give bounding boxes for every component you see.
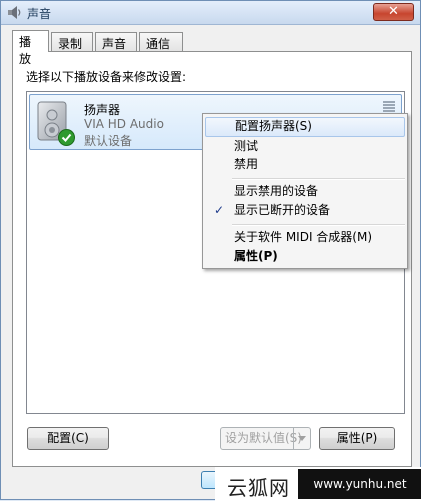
close-icon: ✕ [388, 4, 399, 19]
tab-recording[interactable]: 录制 [51, 32, 93, 51]
ok-button[interactable] [201, 471, 215, 489]
green-check-icon [58, 129, 75, 146]
watermark-logo-text: 云狐网 [227, 476, 290, 500]
menu-separator [232, 224, 405, 226]
menu-item-properties[interactable]: 属性(P) [205, 247, 405, 267]
menu-item-about-midi[interactable]: 关于软件 MIDI 合成器(M) [205, 228, 405, 248]
instruction-label: 选择以下播放设备来修改设置: [26, 70, 187, 84]
set-default-label: 设为默认值(S) [225, 431, 302, 445]
set-default-dropdown[interactable] [293, 428, 310, 449]
watermark-url: www.yunhu.net [298, 469, 421, 499]
tab-label: 录制 [58, 37, 83, 51]
tab-playback[interactable]: 播放 [12, 30, 49, 66]
set-default-button[interactable]: 设为默认值(S) [220, 427, 311, 450]
checkmark-icon: ✓ [214, 203, 225, 217]
menu-item-show-disconnected[interactable]: ✓ 显示已断开的设备 [205, 201, 405, 221]
close-button[interactable]: ✕ [373, 3, 414, 21]
context-menu: 配置扬声器(S) 测试 禁用 显示禁用的设备 ✓ 显示已断开的设备 关于软件 M… [202, 113, 408, 269]
speaker-small-icon [8, 6, 21, 19]
window-title: 声音 [27, 7, 52, 21]
tab-label: 声音 [102, 37, 127, 51]
menu-item-test[interactable]: 测试 [205, 137, 405, 157]
tab-sounds[interactable]: 声音 [95, 32, 137, 51]
tab-communications[interactable]: 通信 [139, 32, 183, 51]
tab-label: 通信 [146, 37, 171, 51]
menu-item-label: 显示已断开的设备 [234, 203, 331, 217]
menu-item-show-disabled[interactable]: 显示禁用的设备 [205, 182, 405, 202]
device-name: 扬声器 [84, 103, 121, 117]
tab-label: 播放 [19, 35, 32, 66]
configure-button[interactable]: 配置(C) [27, 427, 109, 450]
sound-dialog: 声音 ✕ 播放 录制 声音 通信 选择以下播放设备来修改设置: 扬声器 VIA … [0, 0, 421, 501]
menu-item-disable[interactable]: 禁用 [205, 155, 405, 175]
menu-item-configure-speakers[interactable]: 配置扬声器(S) [205, 117, 405, 137]
properties-button[interactable]: 属性(P) [319, 427, 395, 450]
device-status: 默认设备 [84, 134, 133, 148]
watermark: 云狐网 www.yunhu.net [215, 467, 421, 501]
menu-separator [232, 178, 405, 180]
title-bar[interactable]: 声音 ✕ [1, 1, 420, 25]
device-driver: VIA HD Audio [84, 117, 164, 131]
chevron-down-icon [298, 436, 306, 441]
